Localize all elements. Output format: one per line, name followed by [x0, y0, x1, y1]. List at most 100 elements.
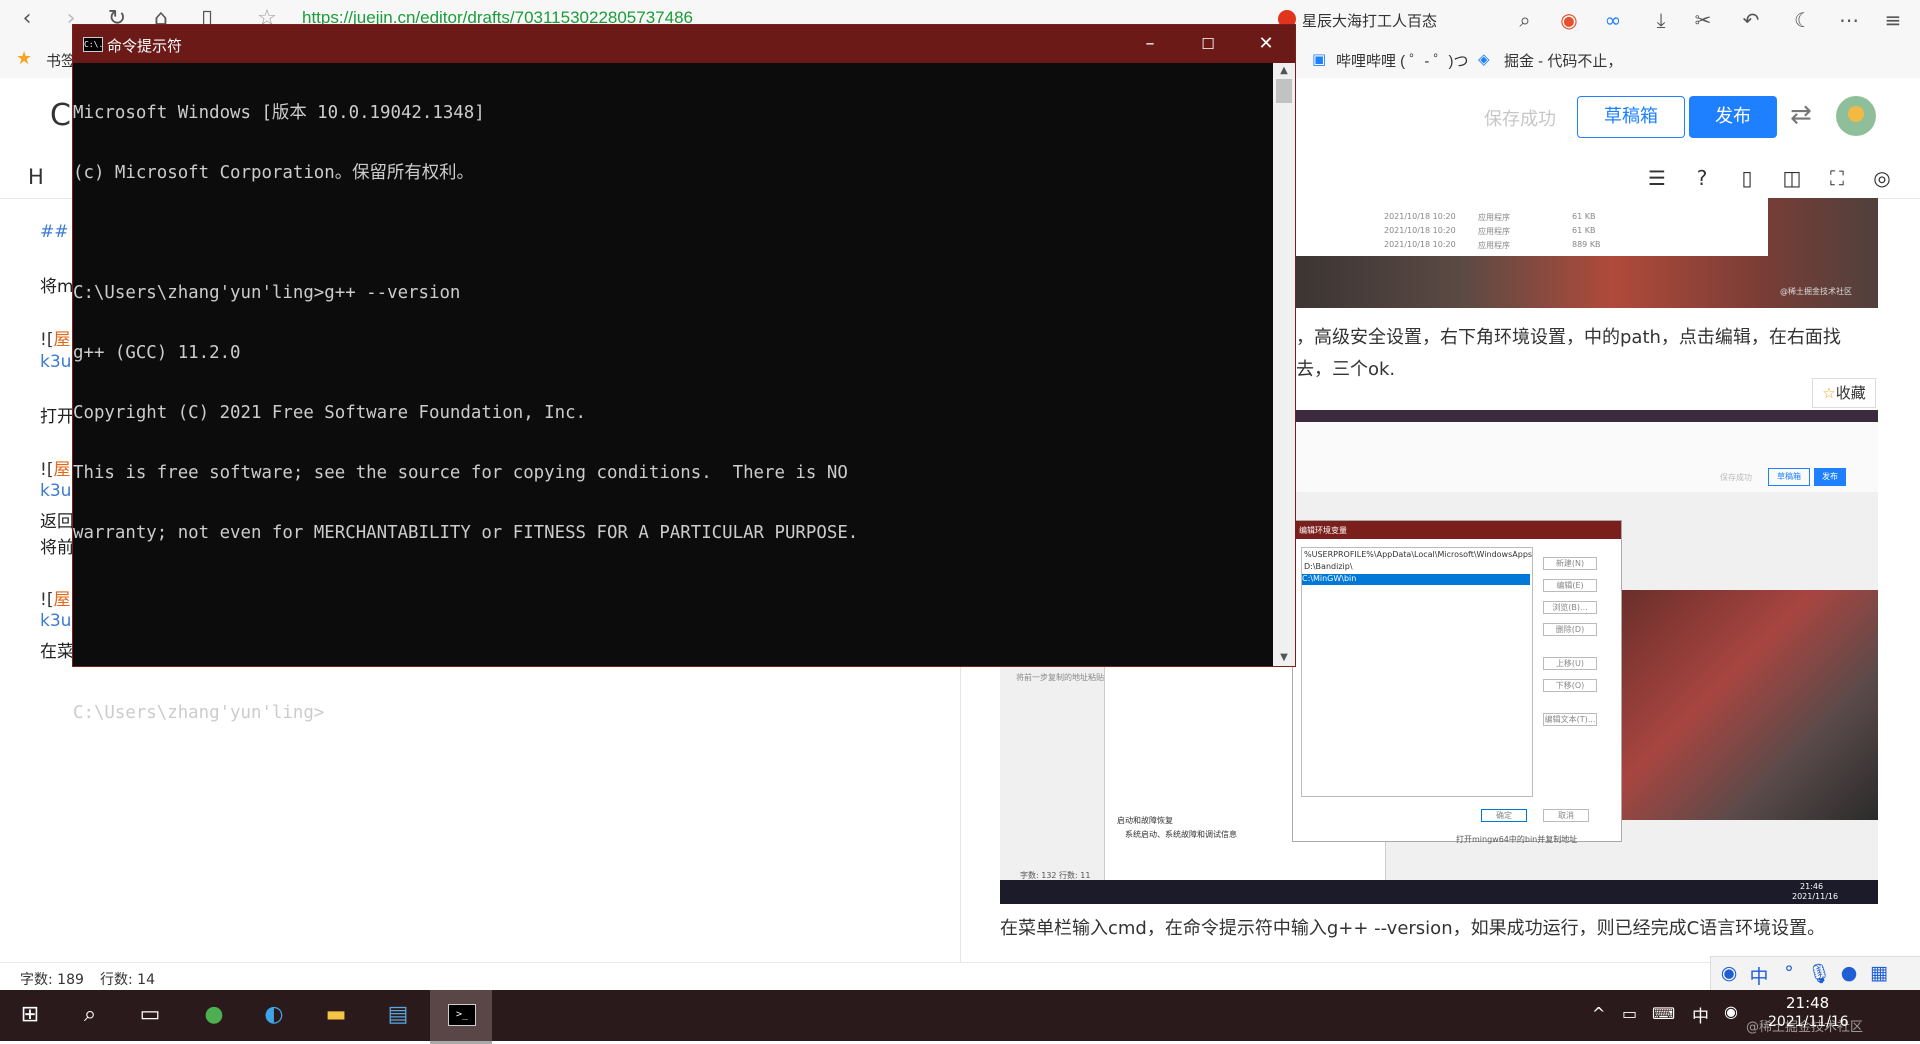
drafts-button[interactable]: 草稿箱	[1577, 96, 1685, 138]
md-url[interactable]: k3u	[40, 352, 71, 372]
game-icon[interactable]: ◉	[1556, 8, 1582, 32]
file-type: 应用程序	[1478, 213, 1510, 222]
wechat-icon[interactable]: ●	[196, 998, 232, 1032]
bookmark-bilibili[interactable]: 哔哩哔哩 ( ゜- ゜)つ	[1336, 50, 1469, 71]
mini-cancel: 取消	[1543, 809, 1589, 822]
mini-startup: 启动和故障恢复	[1117, 816, 1173, 825]
mini-date: 2021/11/16	[1792, 892, 1839, 901]
mini-btn: 编辑文本(T)...	[1543, 713, 1597, 726]
fullscreen-icon[interactable]: ⛶	[1823, 166, 1851, 190]
mini-dialog-title: 编辑环境变量	[1299, 526, 1347, 535]
infinity-icon[interactable]: ∞	[1600, 8, 1626, 32]
cmd-scrollbar[interactable]: ▲ ▼	[1273, 63, 1295, 666]
mini-btn: 浏览(B)...	[1543, 601, 1597, 614]
md-url[interactable]: k3u	[40, 481, 71, 501]
mini-status: 字数: 132 行数: 11	[1020, 871, 1091, 880]
user-icon[interactable]: ●	[1835, 962, 1863, 984]
preview-paragraph: ，高级安全设置，右下角环境设置，中的path，点击编辑，在右面找 去，三个ok.	[1296, 322, 1896, 386]
cmd-app-icon[interactable]: C:\.	[83, 37, 103, 52]
md-bang: ![	[40, 460, 54, 480]
star-icon: ☆	[1822, 384, 1836, 402]
md-image-line[interactable]: ![屋	[40, 585, 70, 610]
avatar[interactable]	[1836, 96, 1876, 136]
clock-time[interactable]: 21:48	[1786, 994, 1829, 1012]
download-icon[interactable]: ⤓	[1648, 8, 1674, 32]
console-line: (c) Microsoft Corporation。保留所有权利。	[73, 163, 474, 183]
preview-text-line: ，高级安全设置，右下角环境设置，中的path，点击编辑，在右面找	[1296, 327, 1841, 348]
edge-browser-icon[interactable]: ◐	[256, 998, 292, 1032]
github-icon[interactable]: ◎	[1868, 166, 1896, 190]
preview-caption: 在菜单栏输入cmd，在命令提示符中输入g++ --version，如果成功运行，…	[1000, 918, 1826, 939]
mini-save-status: 保存成功	[1720, 473, 1752, 482]
ime-indicator[interactable]: 中	[1692, 1002, 1709, 1027]
moon-icon[interactable]: ☾	[1790, 8, 1816, 32]
split-view-icon[interactable]: ◫	[1778, 166, 1806, 190]
battery-icon[interactable]: ▭	[1622, 1004, 1637, 1023]
mini-path: %USERPROFILE%\AppData\Local\Microsoft\Wi…	[1304, 550, 1533, 559]
keyboard-icon[interactable]: ⌨	[1652, 1004, 1675, 1023]
favorite-button[interactable]: ☆收藏	[1812, 378, 1876, 408]
cmd-window[interactable]: C:\. 命令提示符 – ☐ ✕ Microsoft Windows [版本 1…	[72, 24, 1296, 723]
md-line[interactable]: 返回	[40, 507, 74, 532]
help-icon[interactable]: ?	[1688, 166, 1716, 190]
ifly-tray-icon[interactable]: ◉	[1724, 1002, 1738, 1021]
scroll-thumb[interactable]	[1276, 79, 1292, 103]
tray-chevron-icon[interactable]: ^	[1592, 1004, 1605, 1023]
mini-taskbar-bar: 21:46 2021/11/16	[1000, 880, 1878, 904]
back-icon[interactable]: ‹	[12, 4, 42, 34]
microphone-icon[interactable]: 🎙	[1805, 962, 1833, 985]
preview-only-icon[interactable]: ▯	[1733, 166, 1761, 190]
control-panel-icon[interactable]: ▤	[380, 998, 416, 1032]
mini-background-image	[1620, 590, 1878, 820]
task-view-icon[interactable]: ▭	[132, 998, 168, 1032]
scroll-down-icon[interactable]: ▼	[1273, 650, 1295, 666]
search-icon[interactable]: ⌕	[72, 998, 108, 1032]
md-line[interactable]: 打开	[40, 402, 74, 427]
tab-title[interactable]: 星辰大海打工人百态	[1302, 10, 1437, 31]
undo-icon[interactable]: ↶	[1738, 8, 1764, 32]
console-line: Copyright (C) 2021 Free Software Foundat…	[73, 403, 587, 423]
md-line[interactable]: 将前	[40, 533, 74, 558]
table-of-contents-icon[interactable]: ☰	[1643, 166, 1671, 190]
cmd-titlebar[interactable]: C:\. 命令提示符 – ☐ ✕	[73, 25, 1295, 63]
preview-text-line: 去，三个ok.	[1296, 359, 1396, 380]
heading-button[interactable]: H	[28, 165, 44, 189]
file-size: 61 KB	[1572, 226, 1596, 235]
maximize-icon[interactable]: ☐	[1179, 25, 1237, 63]
ifly-icon[interactable]: ◉	[1715, 962, 1743, 984]
article-title-input[interactable]: C	[50, 98, 71, 133]
mini-path-list: %USERPROFILE%\AppData\Local\Microsoft\Wi…	[1301, 547, 1533, 797]
md-line[interactable]: 在菜	[40, 637, 74, 662]
scissors-icon[interactable]: ✂	[1690, 8, 1716, 32]
cmd-console[interactable]: Microsoft Windows [版本 10.0.19042.1348] (…	[73, 63, 1273, 723]
file-explorer-icon[interactable]: ▬	[318, 998, 354, 1032]
scroll-up-icon[interactable]: ▲	[1273, 63, 1295, 79]
md-image-line[interactable]: ![屋	[40, 455, 70, 480]
grid-icon[interactable]: ▦	[1865, 962, 1893, 984]
editor-statusbar: 字数: 189 行数: 14	[0, 962, 1920, 991]
mini-tabbar	[1290, 410, 1878, 422]
punctuation-icon[interactable]: °	[1775, 962, 1803, 984]
close-icon[interactable]: ✕	[1237, 25, 1295, 63]
bookmark-juejin[interactable]: 掘金 - 代码不止，	[1504, 50, 1622, 71]
switch-editor-icon[interactable]: ⇄	[1790, 100, 1812, 130]
minimize-icon[interactable]: –	[1121, 25, 1179, 63]
console-line: Microsoft Windows [版本 10.0.19042.1348]	[73, 103, 485, 123]
menu-icon[interactable]: ≡	[1880, 8, 1906, 32]
mini-path: D:\Bandizip\	[1304, 562, 1353, 571]
bookmark-star-icon: ★	[16, 48, 33, 69]
more-icon[interactable]: ⋯	[1836, 8, 1862, 32]
publish-button[interactable]: 发布	[1689, 96, 1777, 138]
search-icon[interactable]: ⌕	[1512, 8, 1538, 32]
mini-dialog-titlebar: 编辑环境变量	[1293, 521, 1621, 539]
mini-ok: 确定	[1481, 809, 1527, 822]
md-image-line[interactable]: ![屋	[40, 325, 70, 350]
windows-start-icon[interactable]: ⊞	[12, 998, 48, 1032]
ime-chinese-icon[interactable]: 中	[1745, 962, 1773, 989]
cmd-taskbar-button[interactable]: >_	[430, 990, 492, 1044]
md-url[interactable]: k3u	[40, 611, 71, 631]
md-link: 屋	[53, 330, 71, 350]
md-heading[interactable]: ##	[40, 222, 69, 242]
